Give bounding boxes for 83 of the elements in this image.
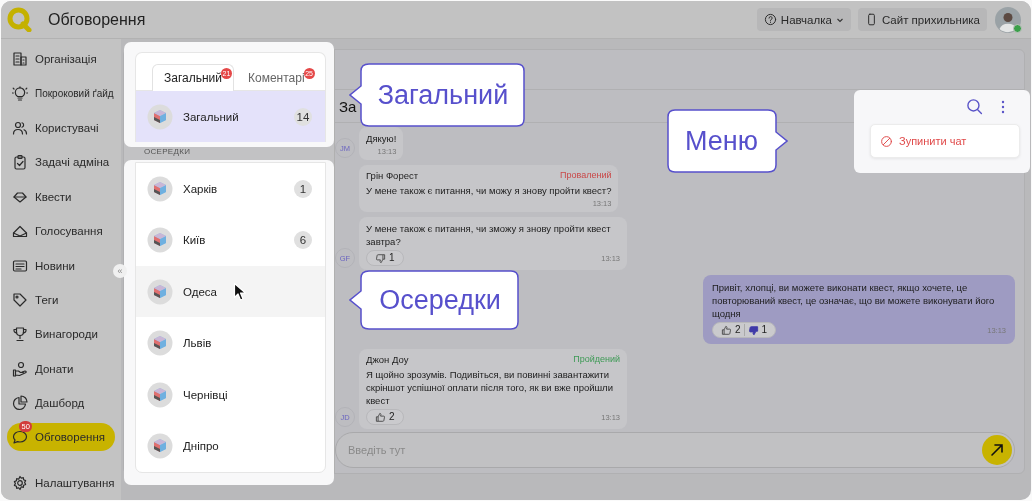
page-title: Обговорення [48,10,146,29]
message-text: Дякую! [366,132,397,145]
channel-item[interactable]: Київ 6 [136,214,325,266]
website-button[interactable]: Сайт прихильника [857,8,987,31]
cube-icon [147,104,173,130]
help-icon [763,13,777,26]
channel-name: Дніпро [183,440,219,453]
channel-item[interactable]: Одеса [136,265,325,318]
channel-name: Київ [183,234,206,247]
thumbs-up-icon[interactable] [721,324,732,336]
sidebar-item[interactable]: Користувачі [7,113,115,142]
channel-item[interactable]: Харків 1 [136,162,325,215]
search-button[interactable] [966,98,983,115]
message-input[interactable]: Введіть тут [346,443,982,457]
sidebar-item[interactable]: Квести [7,182,115,211]
stop-icon [880,134,893,148]
sidebar-item[interactable]: Дашборд [7,389,115,418]
sidebar-item[interactable]: Новини [7,251,115,280]
channel-item[interactable]: Загальний 14 [136,91,325,142]
lightbulb-icon [12,85,28,102]
thumbs-up-icon[interactable] [375,411,386,423]
newspaper-icon [12,257,28,274]
sidebar-item[interactable]: Покроковий ґайд [7,79,115,108]
channel-name: Харків [183,182,218,195]
message-text: Я щойно зрозумів. Подивіться, ви повинні завантажити скріншот успішної оплати після того, як ви вже пройшли квест [366,368,614,407]
cursor-icon [233,281,247,302]
message-text: У мене також є питання, чи можу я знову пройти квест? [366,184,612,197]
search-icon [966,98,983,115]
building-icon [12,51,28,68]
sidebar-item[interactable]: Донати [7,354,115,383]
logo-icon [7,7,32,32]
pie-chart-icon [12,395,28,412]
tutorial-button[interactable]: Навчалка [756,8,851,31]
message-text: У мене також є питання, чи зможу я знову пройти квест завтра? [366,222,612,248]
more-icon [1001,99,1005,114]
chat-title: За [339,97,357,115]
author-name: Грін Форест [366,170,419,181]
author-name: Джон Доу [366,354,409,365]
sidebar-item[interactable]: Теги [7,285,115,314]
unread-count: 1 [294,179,312,198]
cube-icon [147,278,173,305]
unread-count: 6 [294,231,312,250]
section-label: ОСЕРЕДКИ [143,147,192,158]
chat-bubble-icon [12,429,28,446]
message-field[interactable]: Введіть тут [335,432,1015,468]
reaction[interactable]: 2 [718,324,744,336]
reaction[interactable]: 1 [743,324,771,336]
cube-icon [147,433,173,460]
sidebar-item[interactable]: Задачі адміна [7,148,115,177]
cube-icon [147,175,173,202]
clipboard-icon [12,154,28,171]
user-avatar[interactable] [995,6,1021,33]
tag-icon [12,291,28,308]
message-text: Привіт, хлопці, ви можете виконати квест, якщо хочете, це повторюваний квест, це означає, що ви можете виконувати його щодня [712,281,996,320]
channel-name: Чернівці [183,388,228,401]
sidebar-item[interactable]: Організація [7,45,115,74]
users-icon [12,119,28,136]
sidebar-item[interactable]: Винагороди [7,320,115,349]
thumbs-down-icon[interactable] [375,252,386,264]
trophy-icon [12,326,28,343]
tour-callout: Меню [667,109,788,173]
channel-item[interactable]: Львів [136,317,325,369]
status-label: Пройдений [573,354,620,365]
send-button[interactable] [982,435,1012,465]
channel-item[interactable]: Дніпро [136,420,325,472]
tour-callout: Осередки [349,270,519,330]
cube-icon [147,330,173,357]
cube-icon [147,381,173,408]
channel-name: Одеса [183,285,217,298]
channel-item[interactable]: Чернівці [136,368,325,421]
thumbs-down-icon[interactable] [747,324,759,336]
channel-name: Львів [183,337,212,350]
status-label: Провалений [560,170,612,181]
settings-icon [12,474,28,491]
settings-item[interactable]: Налаштування [1,465,121,500]
unread-count: 14 [294,108,312,126]
channel-name: Загальний [183,111,239,123]
hand-icon [12,360,28,377]
menu-item[interactable]: Зупинити чат [870,124,1020,158]
sidebar-item[interactable]: Голосування [7,217,115,246]
arrow-icon [989,442,1005,458]
cube-icon [147,227,173,254]
more-button[interactable] [1001,99,1005,114]
